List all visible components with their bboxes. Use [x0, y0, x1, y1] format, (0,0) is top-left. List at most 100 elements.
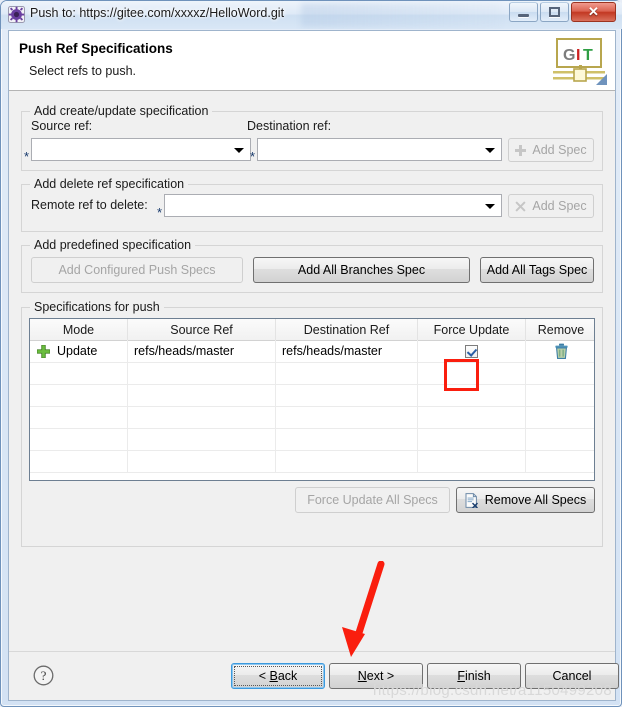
column-header-destination-ref[interactable]: Destination Ref: [276, 319, 418, 340]
finish-button-label: Finish: [457, 669, 491, 683]
cell-empty: [276, 362, 418, 384]
cell-empty: [128, 450, 276, 472]
cell-empty: [276, 428, 418, 450]
page-subtitle: Select refs to push.: [29, 64, 137, 78]
table-row[interactable]: [30, 428, 594, 451]
column-header-remove[interactable]: Remove: [526, 319, 594, 340]
cell-empty: [418, 450, 526, 472]
cancel-button-label: Cancel: [552, 669, 592, 683]
column-header-source-ref[interactable]: Source Ref: [128, 319, 276, 340]
add-create-update-spec-button[interactable]: Add Spec: [508, 138, 594, 162]
cell-mode-label: Update: [57, 344, 98, 358]
column-header-force-update[interactable]: Force Update: [418, 319, 526, 340]
remove-all-specs-button[interactable]: Remove All Specs: [456, 487, 595, 513]
green-plus-icon: [37, 344, 50, 358]
cell-empty: [276, 384, 418, 406]
remove-all-specs-label: Remove All Specs: [484, 493, 587, 507]
source-ref-required-marker: *: [24, 149, 30, 164]
cell-empty: [418, 406, 526, 428]
table-row[interactable]: [30, 362, 594, 385]
cell-empty: [128, 384, 276, 406]
force-update-checkbox[interactable]: [465, 344, 478, 358]
force-update-all-specs-button[interactable]: Force Update All Specs: [295, 487, 450, 513]
chevron-down-icon: [234, 148, 244, 153]
cell-empty: [526, 406, 594, 428]
table-row[interactable]: [30, 384, 594, 407]
highlight-box-annotation: [444, 359, 479, 391]
svg-text:I: I: [576, 47, 580, 64]
back-button-label: < Back: [258, 669, 298, 683]
watermark: https://blog.csdn.net/a1150499208: [373, 682, 612, 699]
destination-ref-combo[interactable]: [257, 138, 502, 161]
cell-empty: [526, 384, 594, 406]
next-button-label: Next >: [357, 669, 395, 683]
close-icon: ✕: [588, 4, 599, 19]
cell-empty: [30, 406, 128, 428]
back-button[interactable]: < Back: [231, 663, 325, 689]
add-all-branches-spec-label: Add All Branches Spec: [297, 263, 426, 277]
cell-mode: Update: [30, 340, 128, 362]
remote-ref-required-marker: *: [157, 205, 163, 220]
cell-empty: [128, 406, 276, 428]
specs-for-push-group-title: Specifications for push: [30, 300, 164, 314]
trash-icon[interactable]: [554, 343, 569, 359]
table-row[interactable]: Update refs/heads/master refs/heads/mast…: [30, 340, 594, 363]
cell-empty: [526, 362, 594, 384]
cell-empty: [30, 428, 128, 450]
cell-empty: [526, 450, 594, 472]
svg-text:G: G: [563, 47, 575, 64]
cell-empty: [30, 450, 128, 472]
delete-ref-group-title: Add delete ref specification: [30, 177, 189, 191]
cell-empty: [30, 384, 128, 406]
add-all-branches-spec-button[interactable]: Add All Branches Spec: [253, 257, 470, 283]
add-create-update-spec-label: Add Spec: [532, 143, 587, 157]
dialog-client-area: Push Ref Specifications Select refs to p…: [8, 30, 619, 701]
back-button-inner: < Back: [234, 666, 322, 686]
dialog-window: Push to: https://gitee.com/xxxxz/HelloWo…: [0, 0, 622, 707]
table-header-row: Mode Source Ref Destination Ref Force Up…: [30, 319, 594, 341]
plus-icon: [515, 144, 527, 156]
chevron-down-icon: [485, 204, 495, 209]
window-title: Push to: https://gitee.com/xxxxz/HelloWo…: [30, 6, 285, 20]
maximize-icon: [541, 3, 568, 21]
cell-empty: [526, 428, 594, 450]
source-ref-combo[interactable]: [31, 138, 251, 161]
gear-icon: [8, 6, 25, 23]
cell-destination-ref: refs/heads/master: [276, 340, 418, 362]
minimize-icon: [510, 3, 537, 21]
titlebar-glass: [301, 3, 501, 27]
cross-icon: [515, 200, 526, 212]
spec-table[interactable]: Mode Source Ref Destination Ref Force Up…: [29, 318, 595, 481]
create-update-group-title: Add create/update specification: [30, 104, 213, 118]
remote-ref-combo[interactable]: [164, 194, 502, 217]
cell-empty: [418, 428, 526, 450]
destination-ref-label: Destination ref:: [247, 119, 332, 133]
add-all-tags-spec-button[interactable]: Add All Tags Spec: [480, 257, 594, 283]
column-header-mode[interactable]: Mode: [30, 319, 128, 340]
add-all-tags-spec-label: Add All Tags Spec: [486, 263, 588, 277]
maximize-button[interactable]: [540, 2, 569, 22]
cell-empty: [30, 362, 128, 384]
add-configured-push-specs-button[interactable]: Add Configured Push Specs: [31, 257, 243, 283]
table-row[interactable]: [30, 406, 594, 429]
destination-ref-required-marker: *: [250, 149, 256, 164]
minimize-button[interactable]: [509, 2, 538, 22]
title-bar: Push to: https://gitee.com/xxxxz/HelloWo…: [1, 1, 622, 29]
cell-remove[interactable]: [526, 340, 594, 362]
close-button[interactable]: ✕: [571, 2, 616, 22]
add-configured-push-specs-label: Add Configured Push Specs: [58, 263, 216, 277]
git-logo-icon: G I T: [553, 38, 607, 85]
wizard-header: Push Ref Specifications Select refs to p…: [9, 31, 615, 91]
question-mark-icon[interactable]: ?: [33, 665, 54, 686]
svg-text:?: ?: [41, 668, 47, 683]
cell-empty: [128, 362, 276, 384]
table-row[interactable]: [30, 450, 594, 473]
cell-source-ref: refs/heads/master: [128, 340, 276, 362]
cell-empty: [276, 406, 418, 428]
chevron-down-icon: [485, 148, 495, 153]
remote-ref-label: Remote ref to delete:: [31, 198, 148, 212]
add-delete-spec-button[interactable]: Add Spec: [508, 194, 594, 218]
page-title: Push Ref Specifications: [19, 41, 173, 56]
force-update-all-specs-label: Force Update All Specs: [307, 493, 438, 507]
cell-empty: [128, 428, 276, 450]
